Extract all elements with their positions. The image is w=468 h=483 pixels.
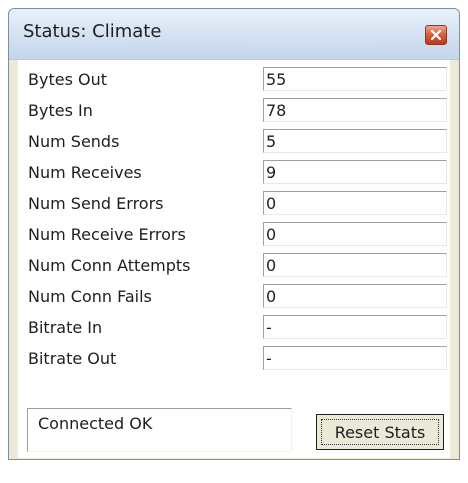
stat-label: Num Conn Attempts (28, 256, 191, 275)
stat-row-bytes-in: Bytes In 78 (18, 95, 450, 126)
connection-status-box: Connected OK (27, 408, 292, 452)
close-button[interactable] (425, 25, 447, 45)
stat-label: Bitrate Out (28, 349, 117, 368)
stat-value-field: 0 (263, 284, 447, 308)
stat-row-num-receive-errors: Num Receive Errors 0 (18, 219, 450, 250)
stat-row-bytes-out: Bytes Out 55 (18, 64, 450, 95)
stat-value-field: 9 (263, 160, 447, 184)
title-bar[interactable]: Status: Climate (9, 9, 459, 60)
window-title: Status: Climate (23, 21, 162, 42)
stat-label: Num Sends (28, 132, 120, 151)
stat-row-num-sends: Num Sends 5 (18, 126, 450, 157)
stat-value-field: 0 (263, 222, 447, 246)
stat-row-bitrate-in: Bitrate In - (18, 312, 450, 343)
stat-row-num-conn-fails: Num Conn Fails 0 (18, 281, 450, 312)
stat-label: Bytes In (28, 101, 93, 120)
status-window: Status: Climate Bytes Out 55 Bytes In 78… (8, 8, 460, 460)
stat-label: Num Receive Errors (28, 225, 186, 244)
reset-stats-label: Reset Stats (321, 419, 439, 445)
stat-row-bitrate-out: Bitrate Out - (18, 343, 450, 374)
stats-panel: Bytes Out 55 Bytes In 78 Num Sends 5 Num… (18, 60, 450, 458)
stat-label: Num Receives (28, 163, 142, 182)
stat-label: Num Send Errors (28, 194, 164, 213)
stat-value-field: 55 (263, 67, 447, 91)
stat-value-field: 78 (263, 98, 447, 122)
stat-label: Num Conn Fails (28, 287, 152, 306)
reset-stats-button[interactable]: Reset Stats (316, 414, 444, 450)
stat-row-num-receives: Num Receives 9 (18, 157, 450, 188)
stat-value-field: 0 (263, 191, 447, 215)
stat-row-num-send-errors: Num Send Errors 0 (18, 188, 450, 219)
stat-value-field: 0 (263, 253, 447, 277)
close-icon (431, 30, 441, 40)
stat-value-field: - (263, 315, 447, 339)
stat-label: Bytes Out (28, 70, 107, 89)
stat-value-field: - (263, 346, 447, 370)
stat-label: Bitrate In (28, 318, 103, 337)
stat-value-field: 5 (263, 129, 447, 153)
connection-status-text: Connected OK (38, 414, 153, 433)
stat-row-num-conn-attempts: Num Conn Attempts 0 (18, 250, 450, 281)
